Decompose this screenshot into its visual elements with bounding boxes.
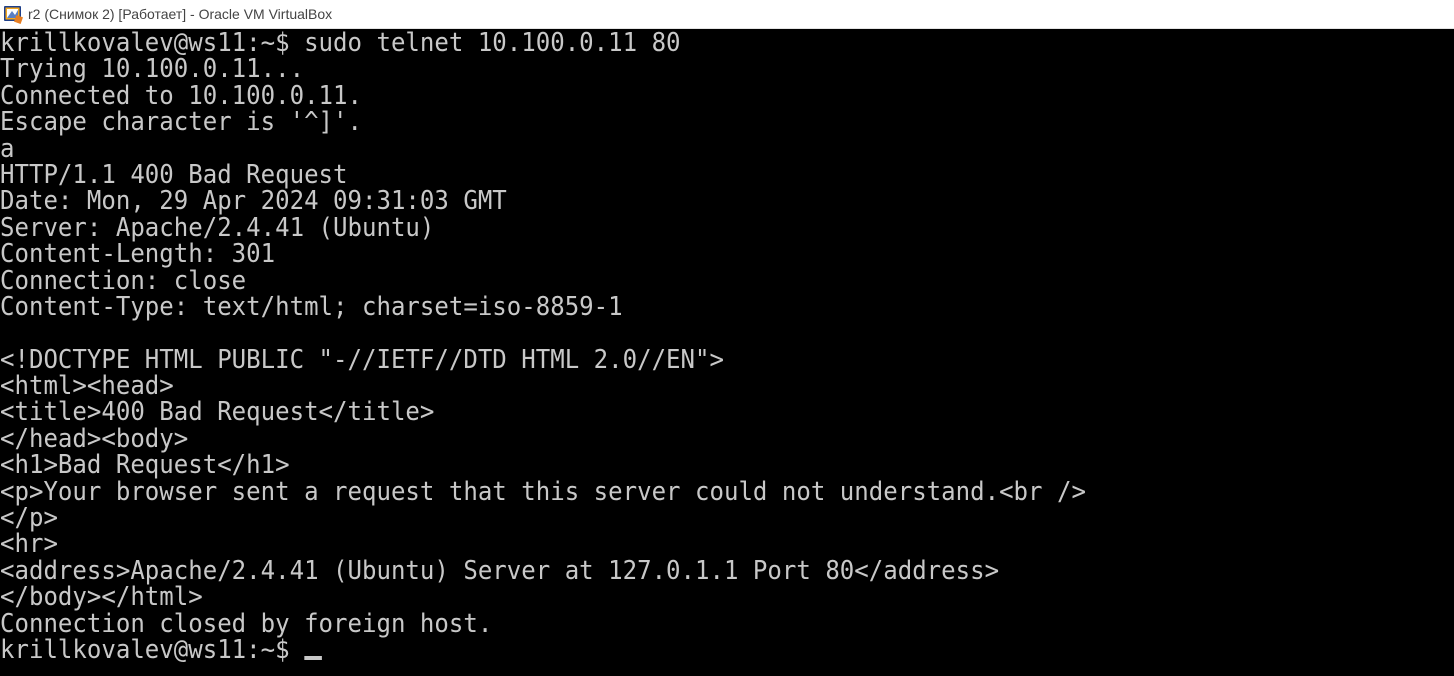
terminal-line: HTTP/1.1 400 Bad Request xyxy=(0,159,348,190)
terminal-line: </head><body> xyxy=(0,423,189,454)
terminal-line: </body></html> xyxy=(0,582,203,613)
terminal-line: <hr> xyxy=(0,529,58,560)
virtualbox-window: r2 (Снимок 2) [Работает] - Oracle VM Vir… xyxy=(0,0,1454,676)
terminal-line: <title>400 Bad Request</title> xyxy=(0,397,435,428)
terminal-prompt: krillkovalev@ws11:~$ xyxy=(0,634,305,665)
terminal-line: Date: Mon, 29 Apr 2024 09:31:03 GMT xyxy=(0,186,507,217)
terminal-line: Content-Length: 301 xyxy=(0,239,276,270)
terminal-line: a xyxy=(0,133,15,164)
terminal-line: krillkovalev@ws11:~$ sudo telnet 10.100.… xyxy=(0,29,681,58)
virtualbox-icon xyxy=(3,4,23,24)
terminal-line: <!DOCTYPE HTML PUBLIC "-//IETF//DTD HTML… xyxy=(0,344,724,375)
text-cursor xyxy=(304,655,322,660)
terminal-line: Content-Type: text/html; charset=iso-885… xyxy=(0,291,623,322)
terminal-console[interactable]: krillkovalev@ws11:~$ sudo telnet 10.100.… xyxy=(0,29,1454,676)
terminal-prompt-line[interactable]: krillkovalev@ws11:~$ xyxy=(0,637,1086,663)
terminal-line: Trying 10.100.0.11... xyxy=(0,54,305,85)
terminal-line: Escape character is '^]'. xyxy=(0,107,362,138)
terminal-line: Connection: close xyxy=(0,265,247,296)
terminal-output: krillkovalev@ws11:~$ sudo telnet 10.100.… xyxy=(0,29,1174,664)
terminal-line: <h1>Bad Request</h1> xyxy=(0,450,290,481)
terminal-line: <p>Your browser sent a request that this… xyxy=(0,476,1086,507)
terminal-line: Server: Apache/2.4.41 (Ubuntu) xyxy=(0,212,435,243)
window-titlebar[interactable]: r2 (Снимок 2) [Работает] - Oracle VM Vir… xyxy=(0,0,1454,29)
terminal-line: Connection closed by foreign host. xyxy=(0,608,493,639)
terminal-line: Connected to 10.100.0.11. xyxy=(0,80,362,111)
terminal-line: </p> xyxy=(0,503,58,534)
window-title: r2 (Снимок 2) [Работает] - Oracle VM Vir… xyxy=(28,6,333,22)
terminal-line: <html><head> xyxy=(0,371,174,402)
terminal-line: <address>Apache/2.4.41 (Ubuntu) Server a… xyxy=(0,555,1000,586)
